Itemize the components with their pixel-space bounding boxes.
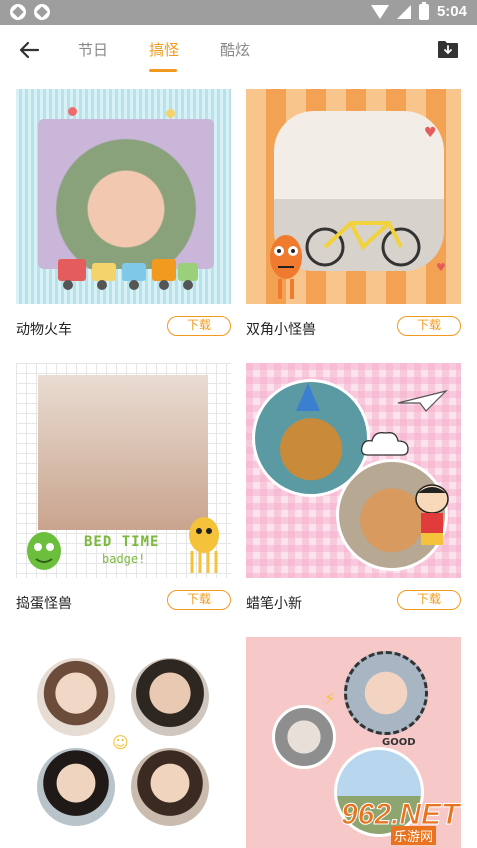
paper-plane-icon [397,389,448,412]
sticker-thumbnail[interactable]: ♥ ♥ [246,89,461,304]
notification-icon [10,4,26,20]
monster-icon [270,235,302,299]
tab-holiday[interactable]: 节日 [78,39,108,60]
card-footer: 蜡笔小新 下载 [246,590,461,614]
back-arrow-icon[interactable] [18,39,40,61]
download-button[interactable]: 下载 [397,316,461,336]
sticker-card[interactable]: BED TIME badge! 捣蛋怪兽 下载 [16,363,231,612]
signal-icon [396,4,411,19]
watermark-site: 乐游网 [391,826,437,845]
sticker-thumbnail[interactable] [246,363,461,578]
status-bar: 5:04 [0,0,477,25]
sticker-card[interactable]: 动物火车 下载 [16,89,231,338]
sticker-card[interactable]: ☺ [16,637,231,848]
heart-icon: ♥ [436,261,446,274]
top-nav: 节日 搞怪 酷炫 [0,25,477,75]
baby-photo [344,651,428,735]
wifi-icon [370,4,389,19]
portrait-photo [34,655,118,739]
download-folder-icon[interactable] [437,40,459,59]
balloon-icon [68,107,77,116]
smiley-icon: ☺ [112,733,129,752]
sticker-title: 蜡笔小新 [246,596,302,612]
lightning-icon: ⚡ [324,689,336,708]
card-footer: 动物火车 下载 [16,316,231,340]
tab-cool[interactable]: 酷炫 [220,39,250,60]
notification-icon [34,4,50,20]
sticker-title: 双角小怪兽 [246,322,316,338]
sticker-card[interactable]: 蜡笔小新 下载 [246,363,461,612]
portrait-photo [38,119,214,269]
sticker-thumbnail[interactable]: ☺ [16,637,231,848]
battery-icon [418,1,429,20]
badge-sticker-text: badge! [102,552,146,566]
portrait-photo [128,655,212,739]
portrait-photo [34,745,118,829]
crayon-shinchan-icon [415,484,449,545]
bicycle-icon [305,221,421,267]
download-button[interactable]: 下载 [167,316,231,336]
status-time: 5:04 [436,3,467,20]
status-notification-icons [10,4,50,20]
card-footer: 双角小怪兽 下载 [246,316,461,340]
tab-funny[interactable]: 搞怪 [149,39,179,60]
sticker-thumbnail[interactable]: BED TIME badge! [16,363,231,578]
status-system-icons: 5:04 [370,1,467,20]
download-button[interactable]: 下载 [397,590,461,610]
active-tab-indicator [149,69,177,72]
good-sticker-text: GOOD [382,737,416,748]
sticker-title: 动物火车 [16,322,72,338]
download-button[interactable]: 下载 [167,590,231,610]
heart-icon: ♥ [424,125,437,141]
sticker-title: 捣蛋怪兽 [16,596,72,612]
sticker-card[interactable]: ♥ ♥ 双角小怪兽 下载 [246,89,461,338]
yellow-monster-icon [189,517,219,573]
sticker-thumbnail[interactable] [16,89,231,304]
green-monster-icon [27,532,61,570]
baby-photo [272,705,336,769]
portrait-photo [128,745,212,829]
site-watermark: 962.NET 乐游网 [340,798,471,845]
bedtime-sticker-text: BED TIME [84,534,160,550]
cloud-icon [360,432,409,456]
animal-train-icon [58,259,198,290]
balloon-icon [166,109,175,118]
card-footer: 捣蛋怪兽 下载 [16,590,231,614]
portrait-photo [38,375,208,530]
party-hat-icon [296,383,320,411]
